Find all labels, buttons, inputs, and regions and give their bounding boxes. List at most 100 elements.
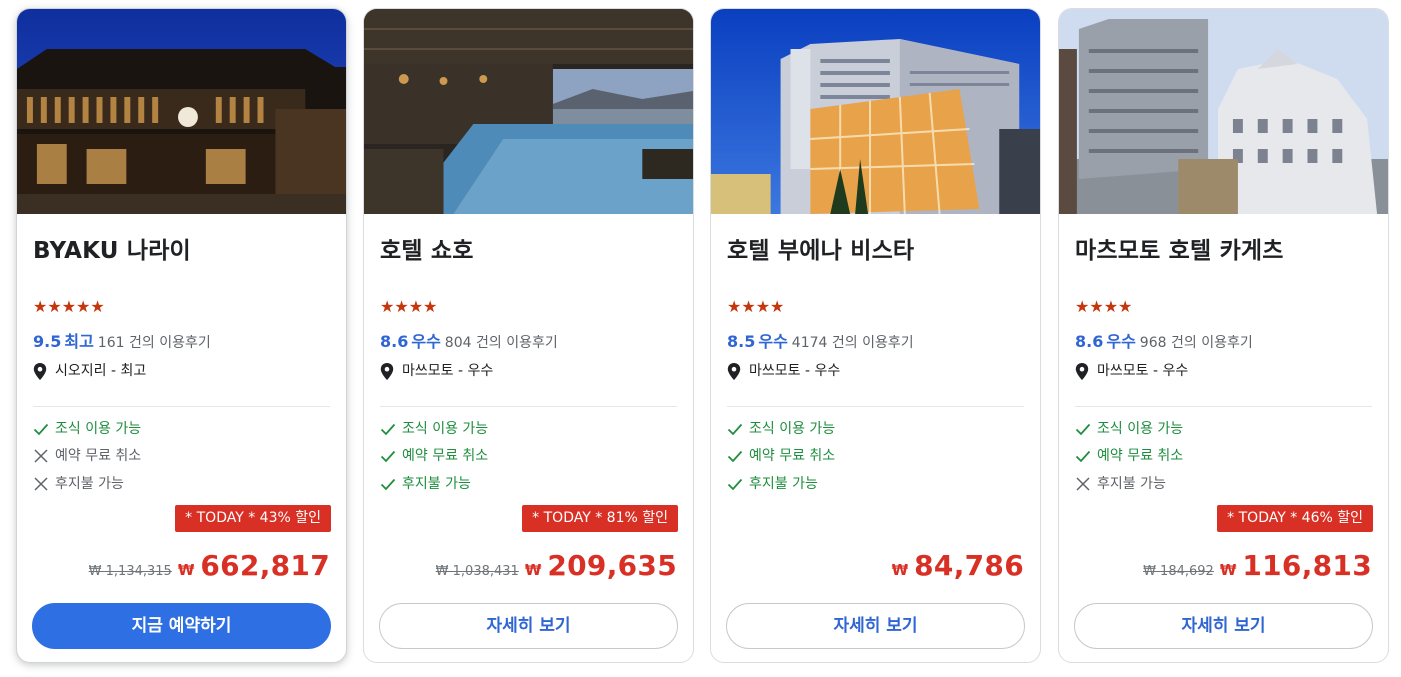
amenity-free-cancel: 예약 무료 취소 [727, 446, 835, 466]
map-pin-icon [380, 362, 394, 380]
view-details-button[interactable]: 자세히 보기 [379, 603, 678, 649]
current-price: 84,786 [914, 549, 1024, 582]
hotel-photo[interactable] [1059, 9, 1388, 214]
hotel-card[interactable]: 마츠모토 호텔 카게츠 ★★★★ 8.6 우수 968 건의 이용후기 마쓰모토 -… [1058, 8, 1389, 663]
review-count: 4174 건의 이용후기 [792, 335, 914, 351]
hotel-name[interactable]: 호텔 부에나 비스타 [727, 231, 914, 265]
hotel-photo[interactable] [364, 9, 693, 214]
amenity-breakfast: 조식 이용 가능 [1075, 419, 1183, 439]
x-icon [1076, 477, 1090, 491]
amenity-label: 후지불 가능 [402, 476, 471, 492]
original-price: ₩ 1,134,315 [88, 564, 172, 579]
hotel-card[interactable]: 호텔 부에나 비스타 ★★★★ 8.5 우수 4174 건의 이용후기 마쓰모토 -… [710, 8, 1041, 663]
check-icon [1075, 450, 1091, 463]
amenity-label: 예약 무료 취소 [402, 448, 489, 464]
view-details-button[interactable]: 자세히 보기 [1074, 603, 1373, 649]
map-pin-icon [727, 362, 741, 380]
amenity-breakfast: 조식 이용 가능 [380, 419, 488, 439]
current-price: 209,635 [547, 549, 677, 582]
check-icon [727, 423, 743, 436]
amenity-label: 조식 이용 가능 [1097, 421, 1184, 437]
review-count-number: 968 [1139, 335, 1167, 351]
amenity-label: 후지불 가능 [55, 476, 124, 492]
check-icon [380, 478, 396, 491]
price-block: ₩ 1,038,431 ₩ 209,635 [436, 549, 677, 582]
current-price: 662,817 [200, 549, 330, 582]
amenity-label: 조식 이용 가능 [749, 421, 836, 437]
amenity-pay-later: 후지불 가능 [33, 474, 124, 494]
review-count-number: 161 [97, 335, 125, 351]
map-pin-icon [1075, 362, 1089, 380]
amenity-pay-later: 후지불 가능 [380, 474, 471, 494]
amenity-pay-later: 후지불 가능 [727, 474, 818, 494]
amenity-pay-later: 후지불 가능 [1075, 474, 1166, 494]
map-pin-icon [33, 362, 47, 380]
current-price: 116,813 [1242, 549, 1372, 582]
hotel-card[interactable]: BYAKU 나라이 ★★★★★ 9.5 최고 161 건의 이용후기 시오지리 - … [16, 8, 347, 663]
review-count-suffix: 건의 이용후기 [475, 335, 558, 351]
amenity-free-cancel: 예약 무료 취소 [33, 446, 141, 466]
hotel-card[interactable]: 호텔 쇼호 ★★★★ 8.6 우수 804 건의 이용후기 마쓰모토 - 우수 조식… [363, 8, 694, 663]
review-summary: 8.5 우수 4174 건의 이용후기 [727, 332, 914, 353]
hotel-name[interactable]: BYAKU 나라이 [33, 231, 191, 265]
x-icon [34, 477, 48, 491]
hotel-photo[interactable] [17, 9, 346, 214]
currency-symbol: ₩ [891, 561, 909, 579]
x-icon [34, 449, 48, 463]
review-count-number: 804 [444, 335, 472, 351]
hotel-location: 시오지리 - 최고 [33, 361, 146, 381]
amenity-breakfast: 조식 이용 가능 [727, 419, 835, 439]
star-rating: ★★★★ [727, 297, 785, 316]
hotel-location: 마쓰모토 - 우수 [380, 361, 493, 381]
currency-symbol: ₩ [524, 561, 542, 579]
hotel-name[interactable]: 마츠모토 호텔 카게츠 [1075, 231, 1284, 265]
review-score-label: 우수 [411, 332, 441, 351]
discount-badge: * TODAY * 43% 할인 [175, 505, 331, 532]
star-rating: ★★★★★ [33, 297, 105, 316]
review-count: 161 건의 이용후기 [98, 335, 211, 351]
review-score-label: 우수 [1106, 332, 1136, 351]
check-icon [1075, 423, 1091, 436]
divider [1075, 406, 1372, 407]
star-rating: ★★★★ [380, 297, 438, 316]
review-summary: 8.6 우수 804 건의 이용후기 [380, 332, 558, 353]
location-text: 마쓰모토 - 우수 [1097, 363, 1189, 379]
review-count-suffix: 건의 이용후기 [128, 335, 211, 351]
check-icon [727, 478, 743, 491]
review-score: 8.6 [1075, 332, 1104, 351]
divider [33, 406, 330, 407]
hotel-location: 마쓰모토 - 우수 [727, 361, 840, 381]
price-block: ₩ 1,134,315 ₩ 662,817 [89, 549, 330, 582]
currency-symbol: ₩ [1219, 561, 1237, 579]
hotel-name[interactable]: 호텔 쇼호 [380, 231, 474, 265]
review-count-suffix: 건의 이용후기 [1170, 335, 1253, 351]
location-text: 마쓰모토 - 우수 [749, 363, 841, 379]
amenity-breakfast: 조식 이용 가능 [33, 419, 141, 439]
amenity-label: 예약 무료 취소 [1097, 448, 1184, 464]
review-score: 9.5 [33, 332, 62, 351]
price-block: ₩ 84,786 [892, 549, 1024, 582]
amenity-label: 예약 무료 취소 [55, 448, 142, 464]
review-score: 8.6 [380, 332, 409, 351]
location-text: 시오지리 - 최고 [55, 363, 147, 379]
review-count-number: 4174 [791, 335, 828, 351]
check-icon [33, 423, 49, 436]
hotel-location: 마쓰모토 - 우수 [1075, 361, 1188, 381]
price-block: ₩ 184,692 ₩ 116,813 [1143, 549, 1372, 582]
check-icon [727, 450, 743, 463]
book-now-button[interactable]: 지금 예약하기 [32, 603, 331, 649]
amenity-label: 후지불 가능 [749, 476, 818, 492]
discount-badge: * TODAY * 46% 할인 [1217, 505, 1373, 532]
amenity-free-cancel: 예약 무료 취소 [1075, 446, 1183, 466]
review-count-suffix: 건의 이용후기 [831, 335, 914, 351]
amenity-label: 조식 이용 가능 [402, 421, 489, 437]
check-icon [380, 423, 396, 436]
hotel-photo[interactable] [711, 9, 1040, 214]
original-price: ₩ 1,038,431 [435, 564, 519, 579]
review-count: 804 건의 이용후기 [445, 335, 558, 351]
amenity-label: 후지불 가능 [1097, 476, 1166, 492]
divider [380, 406, 677, 407]
view-details-button[interactable]: 자세히 보기 [726, 603, 1025, 649]
discount-badge: * TODAY * 81% 할인 [522, 505, 678, 532]
review-score-label: 최고 [64, 332, 94, 351]
